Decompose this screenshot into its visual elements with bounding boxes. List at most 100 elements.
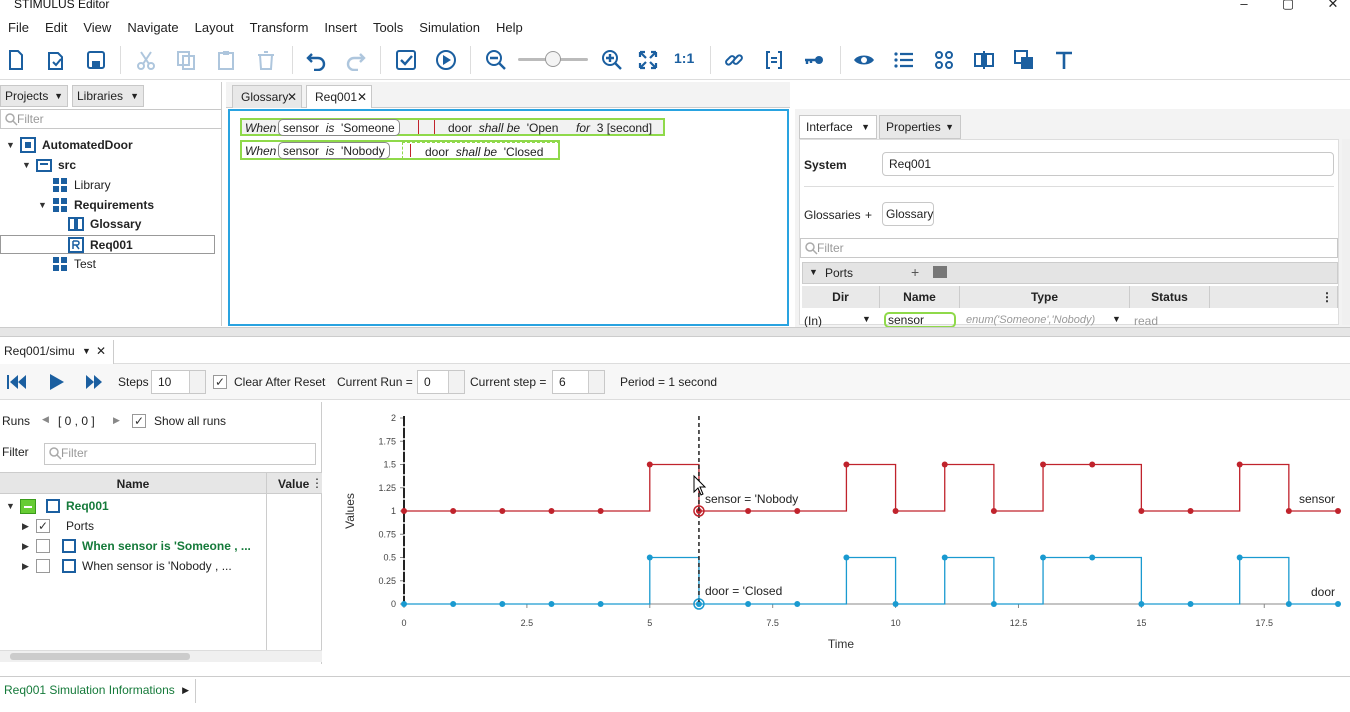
prev-run-icon[interactable]: ◀ bbox=[42, 414, 49, 425]
close-icon[interactable]: ✕ bbox=[96, 340, 106, 362]
menu-file[interactable]: File bbox=[0, 20, 37, 35]
req-condition[interactable]: sensor is 'Nobody bbox=[278, 142, 390, 159]
runs-filter-input[interactable]: Filter bbox=[44, 443, 316, 465]
col-type[interactable]: Type bbox=[960, 286, 1130, 308]
ports-header[interactable]: ▼ Ports + bbox=[802, 262, 1338, 284]
expand-arrow-icon[interactable]: ▼ bbox=[22, 156, 31, 175]
run-item-someone[interactable]: ▶ When sensor is 'Someone , ... bbox=[0, 537, 266, 556]
menu-tools[interactable]: Tools bbox=[365, 20, 411, 35]
partial-checkbox[interactable] bbox=[20, 499, 36, 514]
run-item-req001[interactable]: ▼ Req001 bbox=[0, 497, 266, 516]
link-icon[interactable] bbox=[722, 49, 746, 71]
port-type[interactable]: enum('Someone','Nobody) bbox=[966, 314, 1095, 326]
stepper-arrows-icon[interactable] bbox=[448, 371, 464, 393]
tree-item-glossary[interactable]: Glossary bbox=[0, 215, 220, 234]
cut-icon[interactable] bbox=[134, 49, 158, 71]
open-file-icon[interactable] bbox=[44, 49, 68, 71]
layers-icon[interactable] bbox=[1012, 49, 1036, 71]
req-condition[interactable]: sensor is 'Someone bbox=[278, 119, 400, 136]
paste-icon[interactable] bbox=[214, 49, 238, 71]
expand-arrow-icon[interactable]: ▼ bbox=[6, 497, 15, 516]
tab-projects[interactable]: Projects ▼ bbox=[0, 85, 68, 107]
tab-simulation-informations[interactable]: Req001 Simulation Informations ▶ bbox=[0, 679, 196, 703]
close-icon[interactable]: ✕ bbox=[1323, 0, 1343, 12]
project-filter-input[interactable]: Filter bbox=[0, 109, 222, 129]
menu-help[interactable]: Help bbox=[488, 20, 531, 35]
clear-after-reset-checkbox[interactable]: ✓ bbox=[213, 375, 227, 389]
col-value[interactable]: Value bbox=[278, 477, 309, 491]
eye-icon[interactable] bbox=[852, 49, 876, 71]
zoom-out-icon[interactable] bbox=[484, 49, 508, 71]
delete-icon[interactable] bbox=[254, 49, 278, 71]
steps-stepper[interactable]: 10 bbox=[151, 370, 206, 394]
tree-item-automateddoor[interactable]: ▼ AutomatedDoor bbox=[0, 136, 220, 155]
book-icon[interactable] bbox=[933, 266, 947, 278]
menu-view[interactable]: View bbox=[75, 20, 119, 35]
run-item-ports[interactable]: ▶ ✓ Ports bbox=[0, 517, 266, 536]
zoom-in-icon[interactable] bbox=[600, 49, 624, 71]
requirement-nobody[interactable]: When sensor is 'Nobody door shall be 'Cl… bbox=[240, 140, 560, 160]
expand-arrow-icon[interactable]: ▼ bbox=[38, 196, 47, 215]
chevron-down-icon[interactable]: ▼ bbox=[1112, 314, 1121, 324]
menu-transform[interactable]: Transform bbox=[242, 20, 317, 35]
fast-forward-icon[interactable] bbox=[84, 373, 106, 391]
interface-filter-input[interactable]: Filter bbox=[800, 238, 1338, 258]
chevron-down-icon[interactable]: ▼ bbox=[82, 340, 91, 362]
redo-icon[interactable] bbox=[344, 49, 368, 71]
zoom-ratio-button[interactable]: 1:1 bbox=[674, 50, 694, 66]
tab-libraries[interactable]: Libraries ▼ bbox=[72, 85, 144, 107]
expand-arrow-icon[interactable]: ▶ bbox=[22, 537, 29, 556]
horizontal-scrollbar[interactable] bbox=[0, 650, 322, 662]
nobody-checkbox[interactable] bbox=[36, 559, 50, 573]
add-port-icon[interactable]: + bbox=[911, 264, 919, 280]
align-icon[interactable] bbox=[972, 49, 996, 71]
undo-icon[interactable] bbox=[304, 49, 328, 71]
col-status[interactable]: Status bbox=[1130, 286, 1210, 308]
current-step-stepper[interactable]: 6 bbox=[552, 370, 605, 394]
tab-interface[interactable]: Interface ▼ bbox=[799, 115, 877, 139]
menu-layout[interactable]: Layout bbox=[187, 20, 242, 35]
play-icon[interactable] bbox=[46, 373, 66, 391]
check-icon[interactable] bbox=[394, 49, 418, 71]
tree-item-test[interactable]: Test bbox=[0, 255, 220, 274]
port-dir[interactable]: (In) bbox=[804, 314, 822, 328]
run-icon[interactable] bbox=[434, 49, 458, 71]
next-run-icon[interactable]: ▶ bbox=[113, 415, 120, 426]
stepper-arrows-icon[interactable] bbox=[189, 371, 205, 393]
menu-navigate[interactable]: Navigate bbox=[119, 20, 186, 35]
zoom-slider-knob[interactable] bbox=[545, 51, 561, 67]
simulation-plot[interactable]: 0 0.25 0.5 0.75 1 1.25 1.5 1.75 2 0 2.5 5 7.5 10 12.5 1… bbox=[328, 402, 1350, 664]
new-file-icon[interactable] bbox=[4, 49, 28, 71]
ports-checkbox[interactable]: ✓ bbox=[36, 519, 50, 533]
bracket-icon[interactable] bbox=[762, 49, 786, 71]
system-field[interactable]: Req001 bbox=[882, 152, 1334, 176]
requirement-someone[interactable]: When sensor is 'Someone door shall be 'O… bbox=[240, 118, 665, 136]
copy-icon[interactable] bbox=[174, 49, 198, 71]
port-name-input[interactable]: sensor bbox=[884, 312, 956, 328]
tree-item-library[interactable]: Library bbox=[0, 176, 220, 195]
column-menu-icon[interactable]: ⋮ bbox=[1321, 286, 1333, 308]
tree-item-requirements[interactable]: ▼ Requirements bbox=[0, 196, 220, 215]
requirement-editor[interactable]: When sensor is 'Someone door shall be 'O… bbox=[228, 109, 789, 326]
chevron-right-icon[interactable]: ▶ bbox=[182, 679, 189, 701]
graph-icon[interactable] bbox=[932, 49, 956, 71]
rewind-icon[interactable] bbox=[6, 373, 28, 391]
close-icon[interactable]: ✕ bbox=[357, 86, 367, 108]
someone-checkbox[interactable] bbox=[36, 539, 50, 553]
column-menu-icon[interactable]: ⋮ bbox=[311, 476, 323, 490]
tab-glossary[interactable]: Glossary ✕ bbox=[232, 85, 302, 108]
tab-properties[interactable]: Properties ▼ bbox=[879, 115, 961, 139]
col-name[interactable]: Name bbox=[0, 477, 266, 491]
tab-req001[interactable]: Req001 ✕ bbox=[306, 85, 372, 108]
current-run-stepper[interactable]: 0 bbox=[417, 370, 465, 394]
text-icon[interactable] bbox=[1052, 49, 1076, 71]
maximize-icon[interactable]: ▢ bbox=[1278, 0, 1298, 12]
save-icon[interactable] bbox=[84, 49, 108, 71]
glossary-chip[interactable]: Glossary bbox=[882, 202, 934, 226]
req-action-box[interactable]: door shall be 'Closed bbox=[402, 142, 560, 159]
plot-svg[interactable]: 0 0.25 0.5 0.75 1 1.25 1.5 1.75 2 0 2.5 5 7.5 10 12.5 1… bbox=[328, 402, 1350, 664]
tree-item-src[interactable]: ▼ src bbox=[0, 156, 220, 175]
vertical-scrollbar[interactable] bbox=[1342, 139, 1350, 325]
menu-insert[interactable]: Insert bbox=[316, 20, 365, 35]
list-icon[interactable] bbox=[892, 49, 916, 71]
